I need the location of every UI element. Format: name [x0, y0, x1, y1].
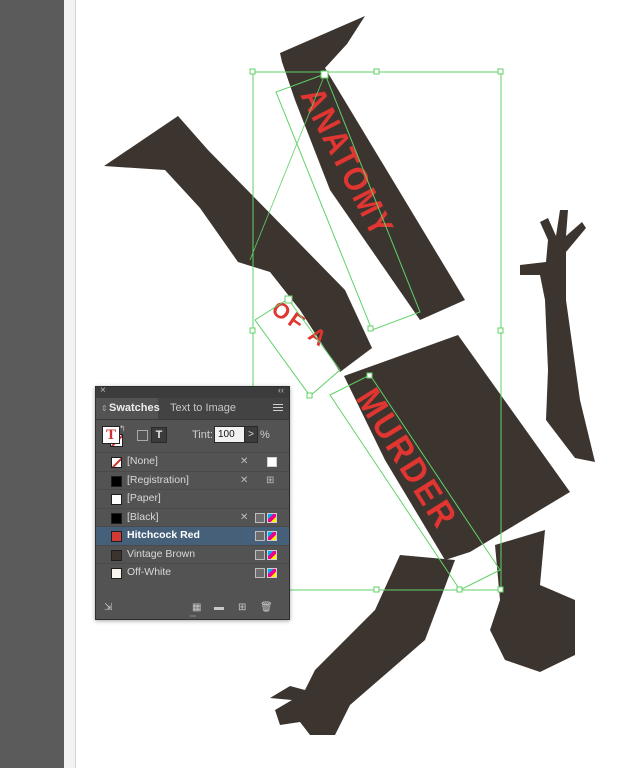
swatch-row-off-white[interactable]: Off-White: [96, 563, 289, 582]
swatch-chip: [111, 457, 122, 468]
folder-icon[interactable]: ▬: [214, 602, 224, 613]
process-color-icon: [255, 549, 265, 560]
swatch-row-hitchcock-red[interactable]: Hitchcock Red: [96, 526, 289, 545]
swatch-controls: T ↰ T Tint: 100 > %: [96, 420, 289, 452]
tab-swatches-label: Swatches: [109, 402, 160, 414]
swatch-chip: [111, 512, 122, 524]
tint-input[interactable]: 100: [214, 426, 247, 443]
tint-unit: %: [260, 429, 270, 441]
tab-text-to-image-label: Text to Image: [170, 402, 237, 414]
swatch-name: Off-White: [127, 566, 172, 578]
swatch-name: Vintage Brown: [127, 547, 196, 560]
collapse-icon[interactable]: ‹‹: [278, 385, 284, 395]
tint-slider-button[interactable]: >: [244, 426, 258, 443]
panel-footer: ⇲ ▦ ▬ ⊞ 🗑: [96, 599, 289, 619]
process-color-icon: [255, 512, 265, 523]
swatch-chip: [111, 568, 122, 579]
tab-grip-icon: ⇕: [101, 404, 108, 413]
swatch-chip: [111, 494, 122, 505]
swap-fill-stroke-icon[interactable]: ↰: [119, 424, 126, 433]
tab-text-to-image[interactable]: Text to Image: [162, 398, 244, 419]
registration-icon: ⊞: [266, 474, 275, 486]
formatting-affects-text-icon[interactable]: T: [151, 427, 167, 443]
no-edit-icon: ✕: [240, 474, 249, 486]
tint-label: Tint:: [192, 429, 213, 441]
new-color-group-icon[interactable]: ▦: [192, 602, 201, 613]
swatch-name: Hitchcock Red: [127, 529, 200, 541]
swatch-row-black[interactable]: [Black] ✕: [96, 507, 289, 527]
silhouette-head: [490, 530, 575, 672]
swatch-name: [Black]: [127, 510, 159, 523]
swatch-name: [Paper]: [127, 492, 161, 504]
fill-stroke-icon[interactable]: T ↰: [102, 424, 126, 448]
swatch-name: [Registration]: [127, 473, 189, 486]
show-swatch-kinds-icon[interactable]: ⇲: [104, 602, 112, 613]
cmyk-mode-icon: [267, 512, 277, 523]
panel-titlebar[interactable]: × ‹‹: [96, 385, 289, 398]
panel-menu-icon[interactable]: [273, 404, 283, 413]
fill-text-swatch[interactable]: T: [102, 426, 120, 444]
panel-tabs: ⇕ Swatches Text to Image: [96, 398, 289, 420]
no-edit-icon: ✕: [240, 511, 249, 523]
cmyk-mode-icon: [267, 568, 277, 578]
tab-swatches[interactable]: ⇕ Swatches: [96, 398, 160, 419]
swatch-row-registration[interactable]: [Registration] ✕ ⊞: [96, 470, 289, 490]
swatch-chip: [111, 549, 122, 561]
close-icon[interactable]: ×: [100, 385, 106, 396]
swatch-name: [None]: [127, 455, 158, 467]
swatch-row-paper[interactable]: [Paper]: [96, 489, 289, 508]
process-color-icon: [255, 531, 265, 541]
silhouette-arm-left: [270, 555, 455, 735]
silhouette-hand-right: [520, 210, 595, 462]
cmyk-mode-icon: [267, 549, 277, 560]
swatch-row-vintage-brown[interactable]: Vintage Brown: [96, 544, 289, 564]
no-edit-icon: ✕: [240, 456, 249, 467]
new-swatch-icon[interactable]: ⊞: [238, 602, 246, 613]
panel-resize-grip[interactable]: [190, 615, 196, 617]
swatches-panel[interactable]: × ‹‹ ⇕ Swatches Text to Image T ↰ T Tint…: [95, 385, 290, 620]
formatting-affects-container-icon[interactable]: [137, 430, 148, 441]
swatch-row-none[interactable]: [None] ✕: [96, 452, 289, 471]
swatch-chip: [111, 475, 122, 487]
swatch-chip: [111, 531, 122, 542]
process-color-icon: [255, 568, 265, 578]
trash-icon[interactable]: 🗑: [260, 602, 273, 613]
artwork-canvas[interactable]: ANATOMY OF A MURDER: [0, 0, 630, 768]
swatch-list: [None] ✕ [Registration] ✕ ⊞ [Paper] [Bla…: [96, 452, 289, 582]
cmyk-mode-icon: [267, 531, 277, 541]
none-type-icon: [267, 457, 277, 467]
